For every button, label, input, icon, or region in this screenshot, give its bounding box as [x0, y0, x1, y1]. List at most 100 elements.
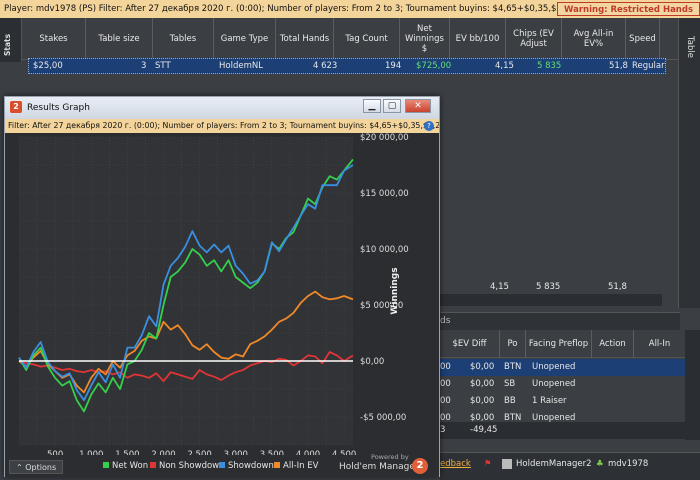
graph-filter-bar: Filter: After 27 декабря 2020 г. (0:00);…	[5, 119, 439, 133]
legend-non-showdown[interactable]: Non Showdown	[150, 461, 225, 471]
graph-footer: ⌃ Options Net Won Non Showdown Showdown …	[5, 453, 439, 477]
brand-name: Hold'em Manager	[339, 462, 419, 472]
legend-swatch	[103, 462, 109, 468]
hand-row[interactable]: 00 $0,00 BB 1 Raiser	[440, 393, 685, 410]
legend-allin-ev[interactable]: All-In EV	[274, 461, 318, 471]
results-graph-window: 2 Results Graph ▁ ▢ ✕ Filter: After 27 д…	[4, 96, 440, 477]
col-net-winnings[interactable]: Net Winnings $	[400, 18, 450, 60]
y-axis-label: Winnings	[390, 267, 400, 314]
horizontal-scrollbar[interactable]	[440, 294, 662, 306]
sum-ev-bb: 4,15	[490, 282, 509, 292]
graph-window-title: Results Graph	[27, 103, 90, 113]
cell-speed: Regular	[632, 61, 665, 71]
hand-left: 00	[440, 396, 451, 406]
vertical-scrollbar[interactable]	[685, 330, 700, 440]
tab-stats[interactable]: Stats	[0, 18, 22, 62]
cell-net-winnings: $725,00	[416, 61, 452, 71]
col-avg-allin[interactable]: Avg All-in EV%	[562, 18, 626, 60]
hm2-app-icon: 2	[10, 101, 22, 113]
tab-table[interactable]: Table	[678, 18, 700, 308]
restricted-hands-warning[interactable]: Warning: Restricted Hands	[557, 2, 700, 16]
hand-left: 00	[440, 379, 451, 389]
powered-by: Powered by	[371, 453, 409, 461]
total-left: 3	[440, 425, 446, 435]
hand-facing: 1 Raiser	[532, 396, 567, 406]
y-tick-label: -$5 000,00	[360, 413, 406, 423]
cell-tag-count: 194	[385, 61, 402, 71]
stats-table-header: Stakes Table size Tables Game Type Total…	[22, 18, 678, 60]
col-facing-preflop[interactable]: Facing Preflop	[526, 330, 592, 358]
hand-pos: BB	[504, 396, 516, 406]
hand-row[interactable]: 00 $0,00 SB Unopened	[440, 376, 685, 393]
col-all-in[interactable]: All-In	[634, 330, 685, 358]
col-action[interactable]: Action	[592, 330, 634, 358]
help-icon[interactable]: ?	[424, 121, 434, 131]
options-label: Options	[25, 463, 57, 472]
col-position[interactable]: Po	[500, 330, 526, 358]
col-total-hands[interactable]: Total Hands	[276, 18, 334, 60]
cell-game-type: HoldemNL	[219, 61, 263, 71]
hand-ev: $0,00	[470, 362, 495, 372]
feedback-link[interactable]: edback	[440, 453, 471, 475]
stats-row[interactable]: $25,00 3 STT HoldemNL 4 623 194 $725,00 …	[28, 58, 666, 74]
total-ev: -49,45	[470, 425, 498, 435]
col-game-type[interactable]: Game Type	[214, 18, 276, 60]
close-button[interactable]: ✕	[405, 99, 431, 113]
flag-icon: ⚑	[484, 459, 492, 469]
legend-net-won[interactable]: Net Won	[103, 461, 148, 471]
col-tag-count[interactable]: Tag Count	[334, 18, 400, 60]
player-icon: ♣	[596, 459, 604, 469]
hands-total-row: 3 -49,45	[440, 422, 685, 439]
graph-filter-text: Filter: After 27 декабря 2020 г. (0:00);…	[8, 121, 439, 130]
legend-swatch	[274, 462, 280, 468]
col-ev-bb[interactable]: EV bb/100	[450, 18, 506, 60]
col-table-size[interactable]: Table size	[86, 18, 153, 60]
cell-stakes: $25,00	[33, 61, 63, 71]
tab-table-label: Table	[685, 36, 695, 58]
col-ev-diff[interactable]: $EV Diff	[440, 330, 500, 358]
cell-total-hands: 4 623	[313, 61, 338, 71]
warning-label: Warning: Restricted Hands	[564, 5, 693, 15]
y-tick-label: $20 000,00	[360, 133, 409, 143]
hand-ev: $0,00	[470, 396, 495, 406]
col-tables[interactable]: Tables	[153, 18, 214, 60]
hand-row[interactable]: 00 $0,00 BTN Unopened	[440, 359, 685, 376]
col-chips[interactable]: Chips (EV Adjust	[506, 18, 562, 60]
col-stakes[interactable]: Stakes	[22, 18, 86, 60]
hand-pos: BTN	[504, 362, 522, 372]
cell-avg-allin: 51,8	[609, 61, 628, 71]
lower-panel-bar: ds	[440, 312, 680, 330]
brand-logo-icon: 2	[412, 458, 428, 474]
y-tick-label: $15 000,00	[360, 189, 409, 199]
legend-swatch	[219, 462, 225, 468]
options-button[interactable]: ⌃ Options	[9, 460, 64, 474]
brand-badge: Powered by Hold'em Manager 2	[329, 453, 439, 477]
status-bar: edback ⚑ HoldemManager2 ♣ mdv1978 (Poker…	[440, 452, 700, 480]
cell-table-size: 3	[141, 61, 147, 71]
tab-stats-label: Stats	[3, 33, 12, 56]
legend-showdown[interactable]: Showdown	[219, 461, 274, 471]
hand-left: 00	[440, 362, 451, 372]
col-speed[interactable]: Speed	[626, 18, 660, 60]
legend-label: Non Showdown	[159, 461, 225, 471]
cell-tables: STT	[155, 61, 171, 71]
legend-label: Showdown	[228, 461, 274, 471]
cell-chips: 5 835	[537, 61, 562, 71]
player-name: mdv1978 (PokerStars)	[608, 459, 649, 469]
app-name: HoldemManager2	[516, 459, 592, 469]
legend-label: All-In EV	[283, 461, 319, 471]
maximize-button[interactable]: ▢	[383, 99, 401, 113]
minimize-button[interactable]: ▁	[363, 99, 381, 113]
sum-chips: 5 835	[536, 282, 561, 292]
cell-ev-bb: 4,15	[495, 61, 514, 71]
sum-avg-allin: 51,8	[608, 282, 627, 292]
results-chart: 5001 0001 5002 0002 5003 0003 5004 0004 …	[18, 133, 409, 476]
hand-facing: Unopened	[532, 362, 576, 372]
graph-title-bar[interactable]: 2 Results Graph ▁ ▢ ✕	[5, 97, 439, 119]
hands-table-header: $EV Diff Po Facing Preflop Action All-In	[440, 330, 685, 358]
hand-facing: Unopened	[532, 379, 576, 389]
legend-label: Net Won	[112, 461, 149, 471]
plot-area	[19, 137, 353, 445]
legend-swatch	[150, 462, 156, 468]
hand-pos: SB	[504, 379, 516, 389]
